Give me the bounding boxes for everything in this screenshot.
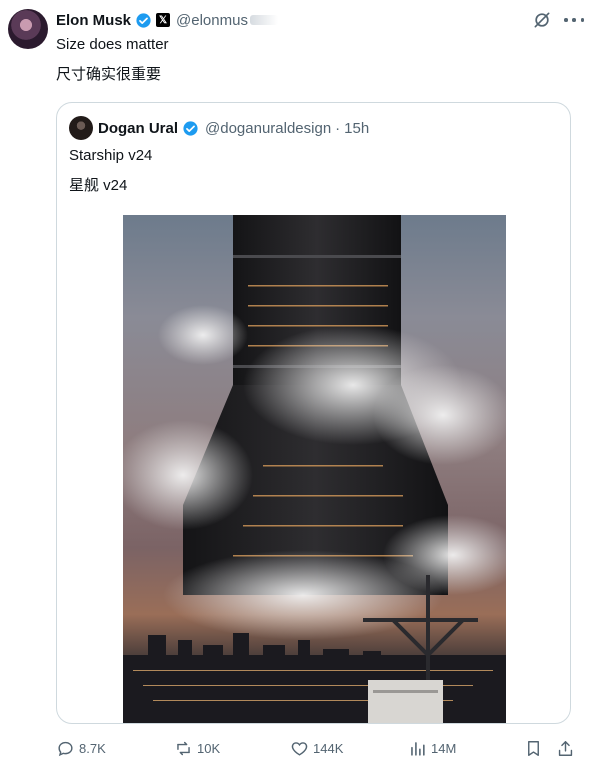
views-button[interactable]: 14M <box>408 737 456 759</box>
quoted-avatar[interactable] <box>69 116 93 140</box>
bookmark-button[interactable] <box>524 737 543 759</box>
tweet-header: Elon Musk 𝕏 @elonmus <box>56 10 278 30</box>
quoted-tweet-card[interactable]: Dogan Ural @doganuraldesign · 15h Starsh… <box>56 102 571 724</box>
more-icon[interactable] <box>564 10 584 30</box>
reply-icon <box>58 741 73 756</box>
author-name[interactable]: Elon Musk <box>56 12 131 29</box>
quoted-header: Dogan Ural @doganuraldesign · 15h <box>69 116 369 140</box>
verified-badge-icon <box>183 120 198 136</box>
starship-artwork <box>123 215 506 723</box>
views-chart-icon <box>411 741 425 756</box>
quoted-timestamp[interactable]: 15h <box>344 120 369 137</box>
like-button[interactable]: 144K <box>290 737 343 759</box>
views-count: 14M <box>431 740 457 756</box>
repost-icon <box>177 741 190 755</box>
tweet-text-line2: 尺寸确实很重要 <box>56 66 162 83</box>
bookmark-icon <box>528 740 539 756</box>
quoted-text-line1: Starship v24 <box>69 147 153 164</box>
quoted-separator: · <box>335 119 341 137</box>
like-count: 144K <box>313 740 344 756</box>
verified-badge-icon <box>136 12 151 28</box>
heart-icon <box>291 741 308 756</box>
repost-count: 10K <box>197 740 221 756</box>
x-logo-icon[interactable]: 𝕏 <box>156 13 171 27</box>
author-avatar[interactable] <box>8 9 48 49</box>
share-icon <box>558 740 573 756</box>
tweet-actions: 8.7K 10K 144K 14M <box>56 737 580 759</box>
handle-fade <box>249 15 278 25</box>
quoted-media-image[interactable] <box>123 215 506 723</box>
share-button[interactable] <box>556 737 575 759</box>
tweet-text-line1: Size does matter <box>56 36 169 53</box>
quoted-text-line2: 星舰 v24 <box>69 177 128 194</box>
author-handle[interactable]: @elonmus <box>176 12 248 29</box>
reply-button[interactable]: 8.7K <box>56 737 106 759</box>
quoted-author-name[interactable]: Dogan Ural <box>98 120 178 137</box>
quoted-handle[interactable]: @doganuraldesign <box>205 120 331 137</box>
reply-count: 8.7K <box>79 740 106 756</box>
grok-icon[interactable] <box>532 10 552 30</box>
repost-button[interactable]: 10K <box>174 737 220 759</box>
